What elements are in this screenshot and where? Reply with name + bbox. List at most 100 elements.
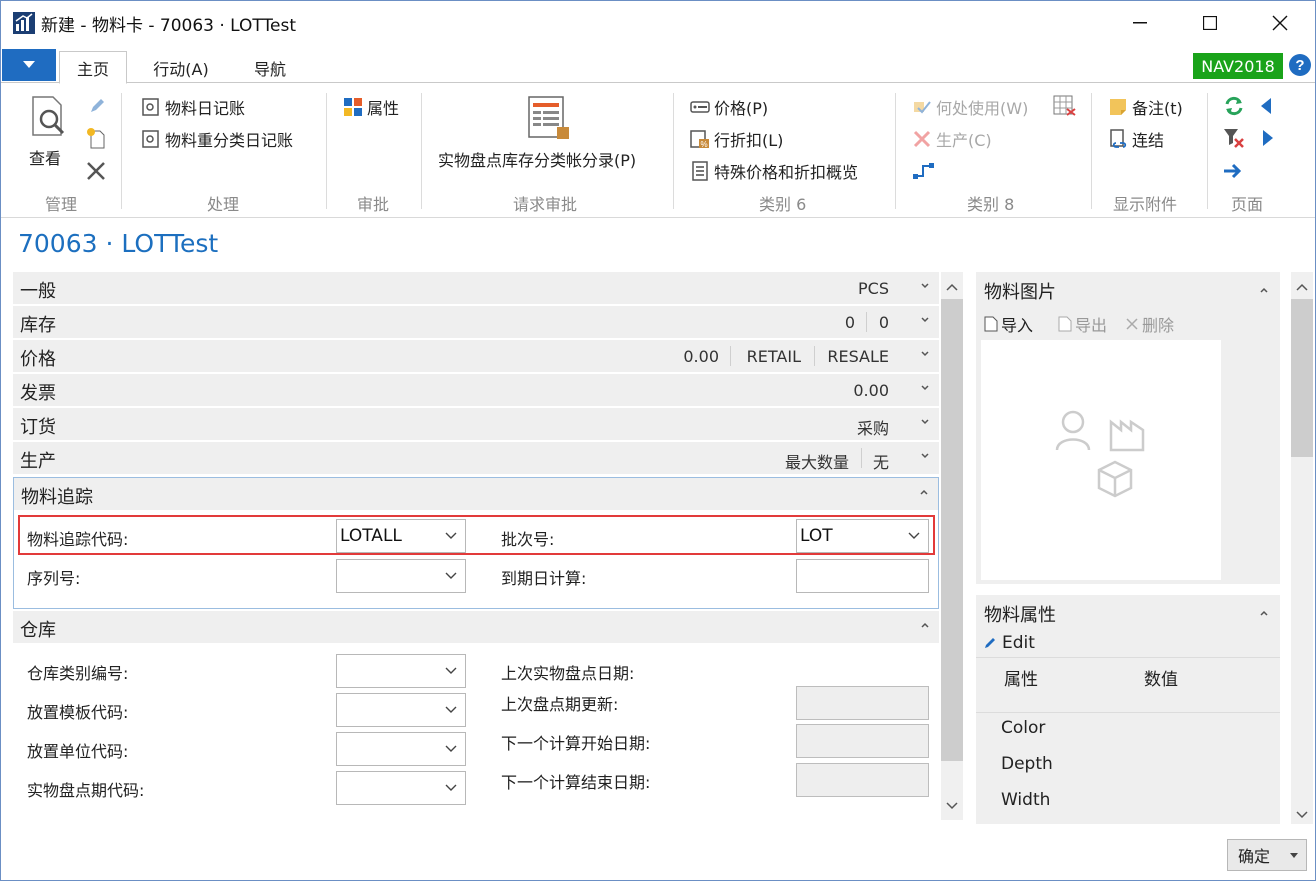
chevron-down-icon [921,453,929,459]
reclass-journal-label: 物料重分类日记账 [165,131,294,150]
serial-nos-select[interactable] [336,559,466,593]
fasttab-summary-value: RETAIL [746,347,801,366]
next-counting-end-field [796,763,929,797]
help-icon[interactable]: ? [1288,53,1312,77]
put-away-template-select[interactable] [336,693,466,727]
next-icon[interactable] [1261,129,1275,147]
scroll-down-icon[interactable] [1295,807,1309,821]
item-card-window: 新建 - 物料卡 - 70063 · LOTTest 主页 行动(A) 导航 N… [0,0,1316,881]
special-prices-button[interactable]: 特殊价格和折扣概览 [690,159,858,183]
list-item[interactable]: Width [1001,790,1050,810]
content-scrollbar-thumb[interactable] [941,299,963,761]
import-icon [984,316,998,332]
fasttab-replenishment[interactable]: 订货 采购 [13,408,939,441]
next-counting-start-label: 下一个计算开始日期: [501,734,651,753]
where-used-button[interactable]: 何处使用(W) [912,95,1028,119]
edit-attributes-button[interactable]: Edit [984,633,1035,653]
column-header-attribute: 属性 [1004,670,1038,690]
phys-inventory-ledger-button[interactable]: 实物盘点库存分类帐分录(P) [438,147,636,171]
tab-navigate[interactable]: 导航 [241,51,299,84]
phys-invt-period-select[interactable] [336,771,466,805]
attributes-button[interactable]: 属性 [343,95,399,119]
fasttab-production[interactable]: 生产 最大数量 无 [13,442,939,475]
previous-icon[interactable] [1259,97,1273,115]
chevron-down-icon [445,572,457,579]
tab-home[interactable]: 主页 [59,51,127,84]
fasttab-title: 价格 [20,349,56,370]
chevron-up-icon[interactable] [1258,607,1270,619]
chevron-down-icon [921,317,929,323]
warehouse-class-select[interactable] [336,654,466,688]
export-button[interactable]: 导出 [1058,312,1107,336]
fasttab-general[interactable]: 一般 PCS [13,272,939,305]
new-item-icon[interactable] [86,127,106,149]
minimize-button[interactable] [1105,1,1175,45]
view-icon [32,96,65,136]
fasttab-item-tracking[interactable]: 物料追踪 [14,478,938,511]
item-journal-button[interactable]: 物料日记账 [141,95,245,119]
goto-arrow-icon[interactable] [1223,163,1243,179]
picture-placeholder-icon [1055,410,1145,498]
svg-text:?: ? [1295,57,1304,74]
warehouse-class-label: 仓库类别编号: [27,664,129,683]
refresh-icon[interactable] [1223,95,1245,117]
discount-icon: % [690,130,709,149]
chevron-up-icon[interactable] [1258,284,1270,296]
item-attributes-title: 物料属性 [984,605,1056,626]
scroll-up-icon[interactable] [945,281,959,295]
note-icon [1110,99,1126,115]
fasttab-summary-value: PCS [858,279,889,298]
phys-inventory-ledger-icon[interactable] [527,95,571,141]
expiration-calc-label: 到期日计算: [501,569,587,588]
expiration-calc-input[interactable] [796,559,929,593]
prices-label: 价格(P) [714,99,769,118]
ribbon-separator [1207,93,1208,209]
item-journal-label: 物料日记账 [165,99,246,118]
tab-actions[interactable]: 行动(A) [141,51,221,84]
view-label: 查看 [29,149,62,168]
notes-label: 备注(t) [1132,99,1183,118]
delete-x-icon[interactable] [86,161,106,181]
fasttab-inventory[interactable]: 库存 0 0 [13,306,939,339]
fasttab-title: 发票 [20,383,56,404]
list-item[interactable]: Color [1001,718,1045,738]
ribbon-separator [673,93,674,209]
view-button[interactable]: 查看 [25,95,73,168]
fasttab-summary-value: 0 [844,313,855,332]
links-button[interactable]: 连结 [1108,127,1164,151]
scroll-down-icon[interactable] [945,798,959,812]
close-button[interactable] [1245,1,1315,45]
clear-filter-icon[interactable] [1223,127,1245,149]
fasttab-title: 库存 [20,315,56,336]
import-button[interactable]: 导入 [984,312,1033,336]
group-label-category8: 类别 8 [967,195,1015,214]
group-label-attachments: 显示附件 [1113,195,1178,214]
link-flow-icon[interactable] [912,161,936,181]
application-menu-button[interactable] [2,49,56,81]
factbox-scrollbar-thumb[interactable] [1291,299,1313,457]
chevron-up-icon [921,622,929,628]
overview-icon [692,161,708,181]
chevron-down-icon [921,419,929,425]
prices-button[interactable]: 价格(P) [690,95,768,119]
fasttab-price[interactable]: 价格 0.00 RETAIL RESALE [13,340,939,373]
production-button[interactable]: 生产(C) [912,127,992,151]
scroll-up-icon[interactable] [1295,281,1309,295]
item-picture-title: 物料图片 [984,282,1056,303]
fasttab-summary-value: 0.00 [853,381,889,400]
delete-button[interactable]: 删除 [1126,312,1174,336]
ok-button[interactable]: 确定 [1227,839,1307,871]
ribbon-separator [1091,93,1092,209]
fasttab-warehouse[interactable]: 仓库 [13,611,939,644]
close-icon [1272,15,1288,31]
notes-button[interactable]: 备注(t) [1108,95,1183,119]
fasttab-invoicing[interactable]: 发票 0.00 [13,374,939,407]
grid-action-icon[interactable] [1053,95,1077,117]
item-reclass-journal-button[interactable]: 物料重分类日记账 [141,127,293,151]
edit-pencil-icon[interactable] [88,97,106,115]
put-away-uom-select[interactable] [336,732,466,766]
maximize-button[interactable] [1175,1,1245,45]
item-picture-placeholder [981,340,1221,580]
list-item[interactable]: Depth [1001,754,1053,774]
line-discounts-button[interactable]: % 行折扣(L) [690,127,783,151]
